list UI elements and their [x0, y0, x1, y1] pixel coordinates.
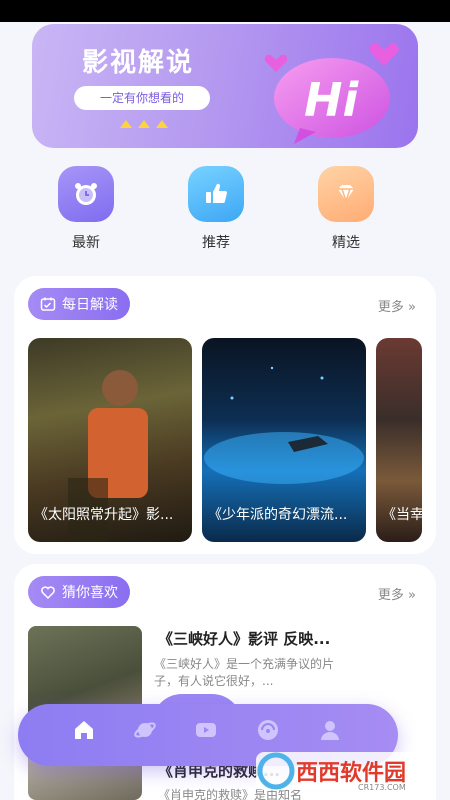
double-chevron-right-icon: » [408, 300, 416, 315]
category-label: 精选 [332, 235, 360, 251]
banner-subtitle: 一定有你想看的 [74, 86, 210, 110]
indicator-triangle [138, 120, 150, 128]
more-label: 更多 [377, 300, 404, 315]
nav-user[interactable] [316, 716, 344, 744]
category-label: 推荐 [202, 235, 230, 251]
nav-discover[interactable] [254, 716, 282, 744]
status-bar [0, 0, 450, 22]
category-recommend[interactable]: 推荐 [186, 166, 246, 252]
calendar-icon [40, 297, 56, 311]
daily-card[interactable]: 《当幸 [376, 338, 422, 542]
svg-text:CR173.COM: CR173.COM [358, 783, 406, 792]
svg-text:Hi: Hi [304, 73, 359, 127]
recommend-desc: 《三峡好人》是一个充满争议的片子，有人说它很好，... [154, 657, 335, 688]
user-icon [321, 721, 339, 740]
nav-planet[interactable] [131, 716, 159, 744]
video-icon [196, 723, 216, 737]
banner[interactable]: 影视解说 一定有你想看的 Hi [32, 24, 418, 148]
daily-card-title: 《少年派的奇幻漂流... [208, 507, 348, 523]
home-icon [75, 721, 93, 739]
guess-more-link[interactable]: 更多 » [378, 584, 416, 603]
guess-title-pill: 猜你喜欢 [28, 576, 130, 608]
nav-video[interactable] [192, 716, 220, 744]
banner-indicator [120, 120, 168, 128]
alarm-clock-icon [58, 166, 114, 222]
category-label: 最新 [72, 235, 100, 251]
heart-icon [41, 586, 55, 600]
double-chevron-right-icon: » [408, 588, 416, 603]
banner-title: 影视解说 [82, 48, 195, 78]
category-featured[interactable]: 精选 [316, 166, 376, 252]
more-label: 更多 [377, 588, 404, 603]
daily-card[interactable]: 《少年派的奇幻漂流... [202, 338, 366, 542]
daily-title-pill: 每日解读 [28, 288, 130, 320]
nav-home[interactable] [70, 716, 98, 744]
daily-card-title: 《当幸 [382, 507, 422, 523]
indicator-triangle [156, 120, 168, 128]
indicator-triangle [120, 120, 132, 128]
recommend-title[interactable]: 《三峡好人》影评 反映... [158, 628, 330, 649]
watermark-logo: 西西软件园 CR173.COM [250, 748, 430, 794]
thumbs-up-icon [188, 166, 244, 222]
diamond-icon [318, 166, 374, 222]
hi-bubble-illustration: Hi [264, 43, 399, 144]
planet-icon [134, 722, 156, 738]
daily-title: 每日解读 [62, 297, 118, 313]
discover-icon [258, 720, 278, 740]
daily-section: 每日解读 更多 » 《太阳照常升起》影... 《少年派的奇幻漂流... 《当幸 [14, 276, 436, 554]
guess-title: 猜你喜欢 [62, 585, 118, 601]
daily-more-link[interactable]: 更多 » [378, 296, 416, 315]
category-latest[interactable]: 最新 [56, 166, 116, 252]
daily-card[interactable]: 《太阳照常升起》影... [28, 338, 192, 542]
daily-card-title: 《太阳照常升起》影... [34, 507, 174, 523]
